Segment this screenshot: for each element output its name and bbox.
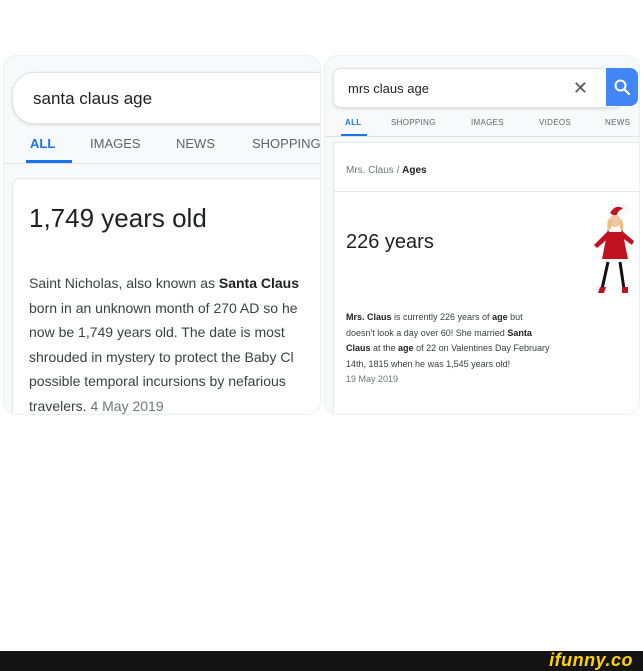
snippet-line: possible temporal incursions by nefariou… — [29, 373, 286, 389]
snippet-line: shrouded in mystery to protect the Baby … — [29, 348, 294, 365]
answer-card: Mrs. Claus / Ages 226 years Mrs. Claus i… — [333, 142, 639, 414]
tab-shopping[interactable]: SHOPPING — [391, 118, 436, 127]
watermark-bar: ifunny.co — [0, 650, 643, 671]
breadcrumb-separator: / — [396, 165, 400, 176]
tabs-divider — [4, 163, 320, 164]
right-screenshot-panel: mrs claus age ✕ ALL SHOPPING IMAGES VIDE… — [324, 55, 640, 415]
search-query-text[interactable]: mrs claus age — [348, 81, 429, 96]
breadcrumb-item[interactable]: Mrs. Claus — [346, 165, 394, 176]
tab-all[interactable]: ALL — [345, 118, 361, 127]
search-query-text[interactable]: santa claus age — [33, 89, 152, 109]
clear-icon[interactable]: ✕ — [573, 78, 588, 99]
snippet-line: now be 1,749 years old. The date is most — [29, 324, 285, 340]
tab-videos[interactable]: VIDEOS — [539, 118, 571, 127]
snippet-date: 19 May 2019 — [346, 374, 399, 384]
snippet-line: born in an unknown month of 270 AD so he — [29, 299, 298, 316]
snippet-line: 14th, 1815 when he was 1,545 years old! — [346, 358, 511, 369]
breadcrumb: Mrs. Claus / Ages — [346, 165, 427, 176]
snippet-bold: Santa — [507, 327, 532, 338]
snippet-bold: Mrs. Claus — [346, 312, 392, 322]
mrs-claus-figure-image — [594, 206, 634, 293]
answer-snippet: Mrs. Claus is currently 226 years of age… — [346, 310, 549, 388]
search-box[interactable]: santa claus age — [12, 72, 320, 124]
tab-all[interactable]: ALL — [30, 136, 55, 151]
tab-images[interactable]: IMAGES — [90, 136, 141, 151]
tab-shopping[interactable]: SHOPPING — [252, 136, 320, 151]
breadcrumb-current: Ages — [402, 165, 427, 176]
left-screenshot-panel: santa claus age ALL IMAGES NEWS SHOPPING… — [3, 55, 321, 415]
snippet-text: of 22 on Valentines Day February — [413, 343, 550, 353]
ifunny-watermark-logo: ifunny.co — [549, 650, 633, 670]
snippet-bold: age — [398, 343, 414, 353]
answer-card: 1,749 years old Saint Nicholas, also kno… — [12, 178, 320, 414]
snippet-text: doesn't look a day over 60! She married — [346, 327, 508, 338]
snippet-bold: Claus — [346, 343, 371, 353]
snippet-text: is currently 226 years of — [391, 312, 493, 322]
tab-news[interactable]: NEWS — [176, 136, 215, 151]
breadcrumb-divider — [334, 191, 639, 192]
search-button[interactable] — [606, 68, 638, 106]
answer-snippet: Saint Nicholas, also known as Santa Clau… — [29, 271, 320, 414]
search-box[interactable]: mrs claus age ✕ — [333, 68, 621, 108]
snippet-bold: Santa Claus — [218, 275, 300, 291]
answer-text: 226 years — [346, 231, 434, 253]
search-icon — [614, 79, 631, 96]
snippet-line: travelers. — [29, 397, 87, 414]
snippet-bold: age — [492, 312, 508, 322]
tab-images[interactable]: IMAGES — [471, 118, 504, 127]
answer-text: 1,749 years old — [29, 203, 207, 233]
tabs-divider — [325, 136, 639, 137]
snippet-text: but — [507, 312, 523, 322]
snippet-date: 4 May 2019 — [90, 397, 164, 414]
snippet-line: Saint Nicholas, also known as — [29, 275, 219, 291]
tab-news[interactable]: NEWS — [605, 118, 630, 127]
snippet-text: at the — [370, 343, 399, 353]
